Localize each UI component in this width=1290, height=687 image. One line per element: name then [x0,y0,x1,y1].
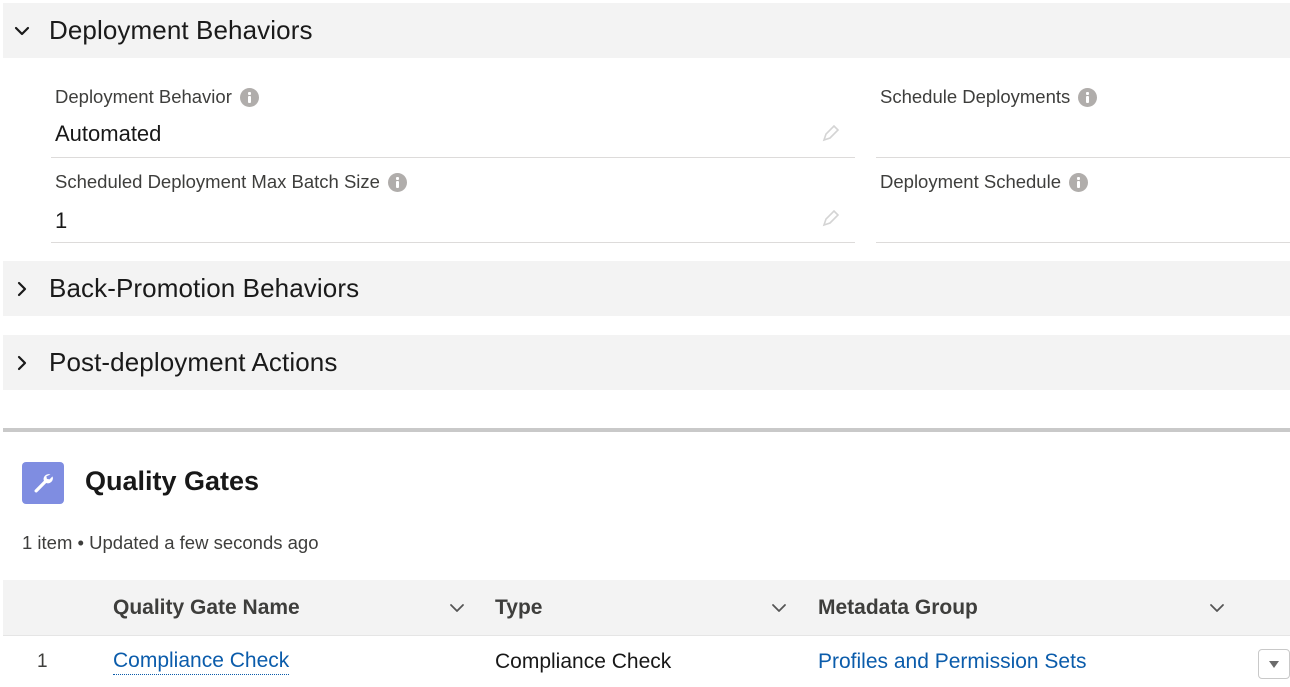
caret-down-icon [1269,660,1279,668]
type-cell: Compliance Check [495,649,672,673]
section-divider [3,428,1290,432]
chevron-down-icon[interactable] [1208,600,1226,616]
section-title: Post-deployment Actions [49,347,338,377]
related-list-subtitle: 1 item • Updated a few seconds ago [22,532,319,553]
chevron-down-icon[interactable] [770,600,788,616]
field-label: Schedule Deployments [880,86,1071,107]
column-header-quality-gate-name[interactable]: Quality Gate Name [113,580,300,636]
wrench-icon [22,462,64,504]
field-divider [876,157,1290,158]
field-value: 1 [55,208,68,233]
metadata-group-link[interactable]: Profiles and Permission Sets [818,650,1086,674]
field-divider [51,242,855,243]
chevron-right-icon [13,354,31,372]
chevron-down-icon[interactable] [448,600,466,616]
edit-pencil-icon[interactable] [821,123,841,143]
schedule-deployments-field: Schedule Deployments [876,86,1290,158]
field-divider [51,157,855,158]
section-deployment-behaviors[interactable]: Deployment Behaviors [3,3,1290,58]
table-header: Quality Gate Name Type Metadata Group [3,580,1290,636]
row-actions-button[interactable] [1258,649,1290,679]
field-label: Scheduled Deployment Max Batch Size [55,171,380,192]
deployment-behavior-field: Deployment Behavior Automated [51,86,855,158]
quality-gate-name-cell: Compliance Check [113,636,290,687]
section-back-promotion-behaviors[interactable]: Back-Promotion Behaviors [3,261,1290,316]
chevron-right-icon [13,280,31,298]
info-icon[interactable] [239,87,259,107]
row-number: 1 [37,650,48,672]
section-post-deployment-actions[interactable]: Post-deployment Actions [3,335,1290,390]
quality-gate-link[interactable]: Compliance Check [113,649,290,675]
field-value: Automated [55,121,162,146]
info-icon[interactable] [387,172,407,192]
info-icon[interactable] [1078,87,1098,107]
table-row: 1 Compliance Check Compliance Check Prof… [3,636,1290,687]
deployment-schedule-field: Deployment Schedule [876,171,1290,243]
column-header-type[interactable]: Type [495,580,542,636]
metadata-group-cell: Profiles and Permission Sets [818,636,1086,687]
edit-pencil-icon[interactable] [821,208,841,228]
max-batch-size-field: Scheduled Deployment Max Batch Size 1 [51,171,855,243]
info-icon[interactable] [1069,172,1088,192]
field-divider [876,242,1290,243]
related-list-title[interactable]: Quality Gates [85,466,259,497]
column-header-metadata-group[interactable]: Metadata Group [818,580,978,636]
section-title: Back-Promotion Behaviors [49,273,360,303]
field-label: Deployment Schedule [880,171,1061,192]
section-title: Deployment Behaviors [49,15,313,45]
chevron-down-icon [13,22,31,40]
field-label: Deployment Behavior [55,86,232,107]
